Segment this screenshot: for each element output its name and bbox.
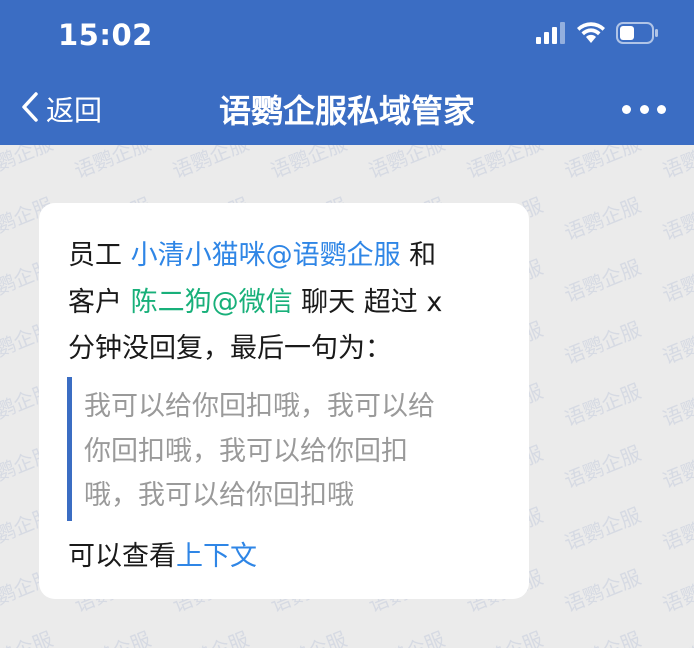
employee-suffix: 和 [400, 240, 437, 271]
watermark-text: 语鹦企服 [69, 623, 154, 648]
status-time: 15:02 [58, 18, 153, 52]
watermark-text: 语鹦企服 [363, 623, 448, 648]
more-button[interactable] [622, 94, 666, 124]
watermark-text: 语鹦企服 [560, 440, 645, 494]
employee-name-link[interactable]: 小清小猫咪@语鹦企服 [131, 240, 401, 271]
watermark-text: 语鹦企服 [462, 145, 547, 184]
battery-icon [616, 22, 660, 48]
customer-prefix: 客户 [68, 287, 131, 318]
watermark-text: 语鹦企服 [560, 502, 645, 556]
more-icon [639, 104, 649, 114]
watermark-text: 语鹦企服 [167, 623, 252, 648]
page-title: 语鹦企服私域管家 [218, 92, 475, 130]
chat-detail-screen: 语鹦企服 语鹦企服 语鹦企服 语鹦企服 语鹦企服 语鹦企服 语鹦企服 语鹦企服 语鹦企服 语鹦企服… [0, 0, 694, 648]
watermark-text: 语鹦企服 [658, 564, 694, 618]
header: 15:02 返回 语鹦企服私域管家 [0, 0, 694, 145]
message-line-employee: 员工 小清小猫咪@语鹦企服 和 [68, 238, 436, 274]
quote-line: 哦，我可以给你回扣哦 [84, 480, 354, 511]
back-button[interactable]: 返回 [20, 87, 102, 131]
message-card: 员工 小清小猫咪@语鹦企服 和 客户 陈二狗@微信 聊天 超过 x 分钟没回复，… [39, 203, 529, 599]
watermark-text: 语鹦企服 [560, 564, 645, 618]
watermark-text: 语鹦企服 [658, 378, 694, 432]
watermark-text: 语鹦企服 [658, 316, 694, 370]
watermark-text: 语鹦企服 [657, 623, 694, 648]
signal-icon [536, 22, 566, 48]
watermark-text: 语鹦企服 [168, 145, 253, 184]
watermark-text: 语鹦企服 [658, 440, 694, 494]
more-icon [622, 104, 631, 114]
quote-line: 我可以给你回扣哦，我可以给 [84, 391, 435, 422]
watermark-text: 语鹦企服 [0, 145, 57, 184]
back-label: 返回 [46, 94, 103, 127]
nav-bar: 返回 语鹦企服私域管家 [0, 72, 694, 145]
watermark-text: 语鹦企服 [658, 145, 694, 184]
watermark-text: 语鹦企服 [658, 502, 694, 556]
watermark-text: 语鹦企服 [266, 145, 351, 184]
watermark-text: 语鹦企服 [560, 254, 645, 308]
employee-prefix: 员工 [68, 240, 131, 271]
watermark-text: 语鹦企服 [658, 192, 694, 246]
message-line-summary: 分钟没回复，最后一句为： [68, 333, 392, 364]
footer-prefix: 可以查看 [68, 541, 176, 572]
watermark-text: 语鹦企服 [0, 623, 57, 648]
watermark-text: 语鹦企服 [560, 316, 645, 370]
watermark-text: 语鹦企服 [658, 254, 694, 308]
watermark-text: 语鹦企服 [560, 145, 645, 184]
customer-name-link[interactable]: 陈二狗@微信 [131, 287, 293, 318]
watermark-text: 语鹦企服 [559, 623, 644, 648]
view-context-link[interactable]: 上下文 [176, 541, 257, 572]
watermark-text: 语鹦企服 [364, 145, 449, 184]
message-line-customer: 客户 陈二狗@微信 聊天 超过 x [68, 285, 442, 321]
status-icons [536, 22, 660, 48]
chevron-left-icon [20, 91, 40, 127]
more-icon [657, 104, 666, 114]
watermark-text: 语鹦企服 [265, 623, 350, 648]
watermark-text: 语鹦企服 [560, 192, 645, 246]
watermark-text: 语鹦企服 [461, 623, 546, 648]
message-footer: 可以查看上下文 [68, 539, 257, 575]
status-bar: 15:02 [0, 0, 694, 70]
quoted-last-message: 我可以给你回扣哦，我可以给 你回扣哦，我可以给你回扣 哦，我可以给你回扣哦 [67, 377, 512, 521]
wifi-icon [576, 22, 606, 48]
watermark-text: 语鹦企服 [70, 145, 155, 184]
watermark-text: 语鹦企服 [560, 378, 645, 432]
quote-line: 你回扣哦，我可以给你回扣 [84, 436, 408, 467]
customer-suffix: 聊天 超过 x [292, 287, 443, 318]
